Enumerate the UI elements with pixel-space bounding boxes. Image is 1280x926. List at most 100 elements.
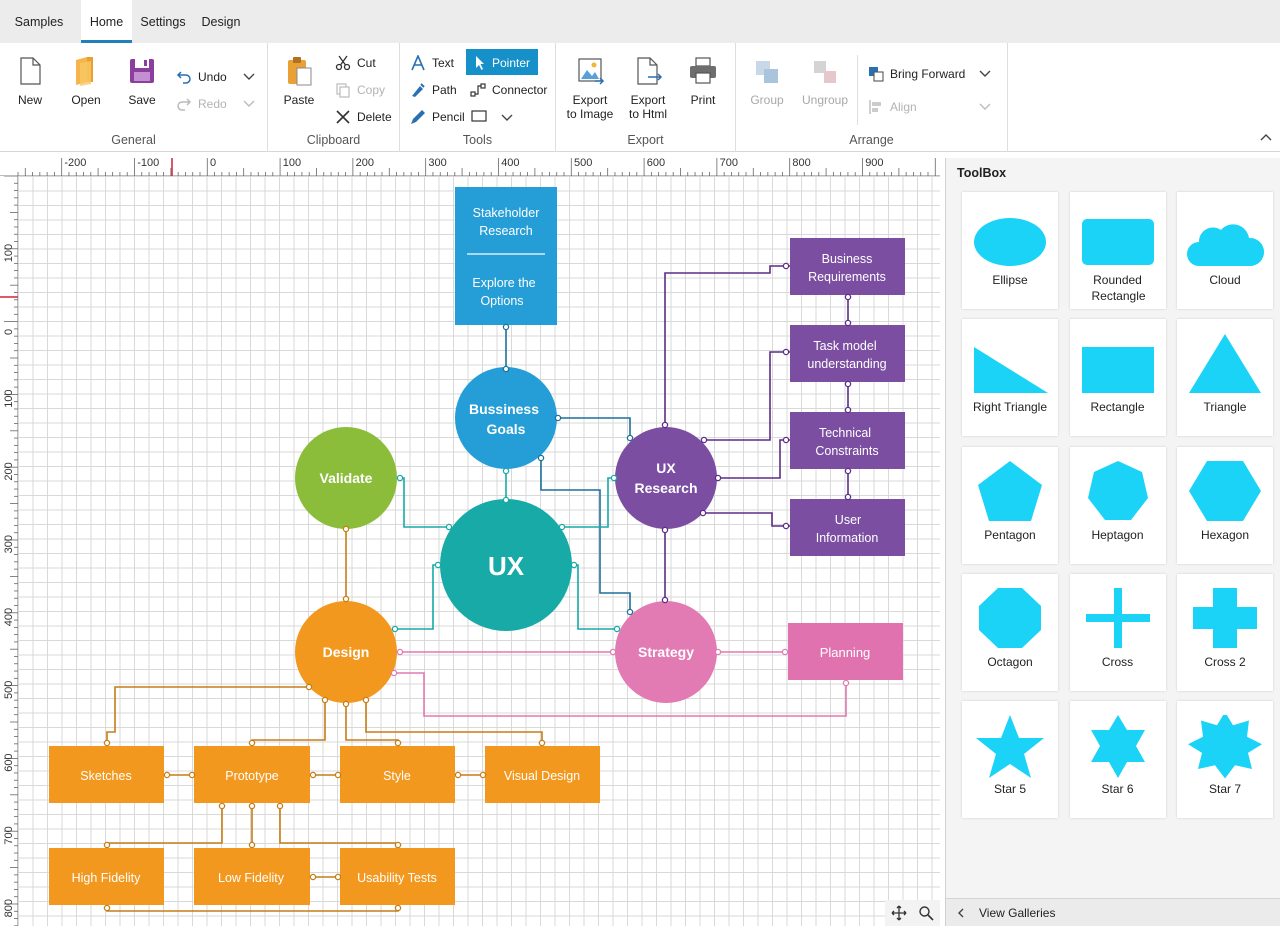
connector-port[interactable] (342, 700, 350, 708)
connector-port[interactable] (163, 771, 171, 779)
pointer-tool-button[interactable]: Pointer (466, 49, 539, 75)
zoom-magnifier-icon[interactable] (918, 905, 934, 921)
undo-button[interactable]: Undo (176, 65, 227, 87)
cut-button[interactable]: Cut (335, 51, 376, 73)
connector-design-style[interactable] (345, 703, 399, 746)
connector-port[interactable] (334, 771, 342, 779)
shape-rectangle-tool-icon[interactable] (470, 109, 488, 123)
connector-port[interactable] (342, 595, 350, 603)
connector-port[interactable] (782, 348, 790, 356)
connector-port[interactable] (502, 365, 510, 373)
connector-port[interactable] (362, 696, 370, 704)
connector-ux-uxresearch[interactable] (562, 477, 614, 528)
connector-port[interactable] (626, 434, 634, 442)
connector-uxresearch-task-model[interactable] (704, 351, 790, 441)
connector-port[interactable] (390, 669, 398, 677)
user-information-node[interactable] (790, 499, 905, 556)
collapse-ribbon-chevron-up-icon[interactable] (1259, 131, 1273, 145)
task-model-node[interactable] (790, 325, 905, 382)
connector-uxresearch-user-info[interactable] (703, 512, 790, 527)
connector-port[interactable] (103, 841, 111, 849)
toolbox-item-cross[interactable]: Cross (1069, 573, 1166, 691)
connector-port[interactable] (342, 525, 350, 533)
connector-uxresearch-business-req[interactable] (664, 265, 790, 425)
pencil-tool-button[interactable]: Pencil (410, 105, 465, 127)
connector-port[interactable] (610, 474, 618, 482)
connector-port[interactable] (782, 522, 790, 530)
tab-design[interactable]: Design (196, 0, 246, 43)
connector-port[interactable] (844, 319, 852, 327)
toolbox-item-star6[interactable]: Star 6 (1069, 701, 1166, 819)
connector-port[interactable] (479, 771, 487, 779)
ungroup-button[interactable]: Ungroup (798, 55, 852, 107)
connector-port[interactable] (661, 596, 669, 604)
connector-port[interactable] (248, 802, 256, 810)
connector-port[interactable] (502, 323, 510, 331)
toolbox-item-star7[interactable]: Star 7 (1177, 701, 1273, 819)
connector-port[interactable] (321, 696, 329, 704)
connector-port[interactable] (844, 493, 852, 501)
bring-forward-dropdown-chevron-icon[interactable] (978, 66, 992, 80)
toolbox-item-octagon[interactable]: Octagon (962, 573, 1058, 691)
connector-design-visual[interactable] (365, 700, 543, 746)
connector-port[interactable] (103, 904, 111, 912)
connector-port[interactable] (844, 467, 852, 475)
connector-port[interactable] (454, 771, 462, 779)
connector-ux-strategy[interactable] (574, 564, 618, 630)
toolbox-item-cloud[interactable]: Cloud (1177, 192, 1273, 309)
group-button[interactable]: Group (740, 55, 794, 107)
connector-port[interactable] (661, 526, 669, 534)
delete-button[interactable]: Delete (335, 105, 392, 127)
connector-port[interactable] (309, 771, 317, 779)
connector-port[interactable] (537, 454, 545, 462)
pan-move-icon[interactable] (891, 905, 907, 921)
toolbox-item-cross2[interactable]: Cross 2 (1177, 573, 1273, 691)
business-requirements-node[interactable] (790, 238, 905, 295)
connector-design-ux[interactable] (395, 564, 441, 630)
toolbox-item-heptagon[interactable]: Heptagon (1069, 446, 1166, 564)
export-image-button[interactable]: Export to Image (562, 55, 618, 121)
connector-port[interactable] (188, 771, 196, 779)
connector-port[interactable] (700, 436, 708, 444)
export-html-button[interactable]: Export to Html (620, 55, 676, 121)
connector-port[interactable] (103, 739, 111, 747)
tab-samples[interactable]: Samples (0, 0, 78, 43)
connector-port[interactable] (218, 802, 226, 810)
paste-button[interactable]: Paste (272, 55, 326, 107)
connector-port[interactable] (781, 648, 789, 656)
connector-port[interactable] (554, 414, 562, 422)
ux-mind-map-diagram[interactable]: Stakeholder Research Explore the Options… (0, 152, 940, 926)
connector-port[interactable] (844, 406, 852, 414)
technical-constraints-node[interactable] (790, 412, 905, 469)
toolbox-item-rounded-rectangle[interactable]: Rounded Rectangle (1069, 192, 1166, 309)
connector-port[interactable] (248, 739, 256, 747)
connector-port[interactable] (844, 380, 852, 388)
toolbox-item-pentagon[interactable]: Pentagon (962, 446, 1058, 564)
connector-port[interactable] (570, 561, 578, 569)
connector-port[interactable] (613, 625, 621, 633)
connector-high-usability[interactable] (106, 905, 399, 912)
connector-tool-button[interactable]: Connector (470, 78, 547, 100)
connector-port[interactable] (445, 523, 453, 531)
business-goals-node[interactable] (455, 367, 557, 469)
text-tool-button[interactable]: Text (410, 51, 454, 73)
copy-button[interactable]: Copy (335, 78, 385, 100)
redo-button[interactable]: Redo (176, 92, 227, 114)
connector-design-planning[interactable] (394, 672, 847, 717)
connector-port[interactable] (396, 648, 404, 656)
toolbox-item-rectangle[interactable]: Rectangle (1069, 319, 1166, 437)
align-dropdown-chevron-icon[interactable] (978, 99, 992, 113)
connector-port[interactable] (538, 739, 546, 747)
connector-port[interactable] (558, 523, 566, 531)
undo-dropdown-chevron-icon[interactable] (242, 69, 256, 83)
view-galleries-bar[interactable]: View Galleries (946, 898, 1280, 926)
connector-validate-ux[interactable] (399, 477, 449, 528)
connector-port[interactable] (309, 873, 317, 881)
connector-port[interactable] (502, 496, 510, 504)
connector-port[interactable] (844, 293, 852, 301)
connector-port[interactable] (782, 436, 790, 444)
connector-port[interactable] (248, 841, 256, 849)
connector-port[interactable] (714, 648, 722, 656)
connector-port[interactable] (305, 683, 313, 691)
connector-port[interactable] (276, 802, 284, 810)
